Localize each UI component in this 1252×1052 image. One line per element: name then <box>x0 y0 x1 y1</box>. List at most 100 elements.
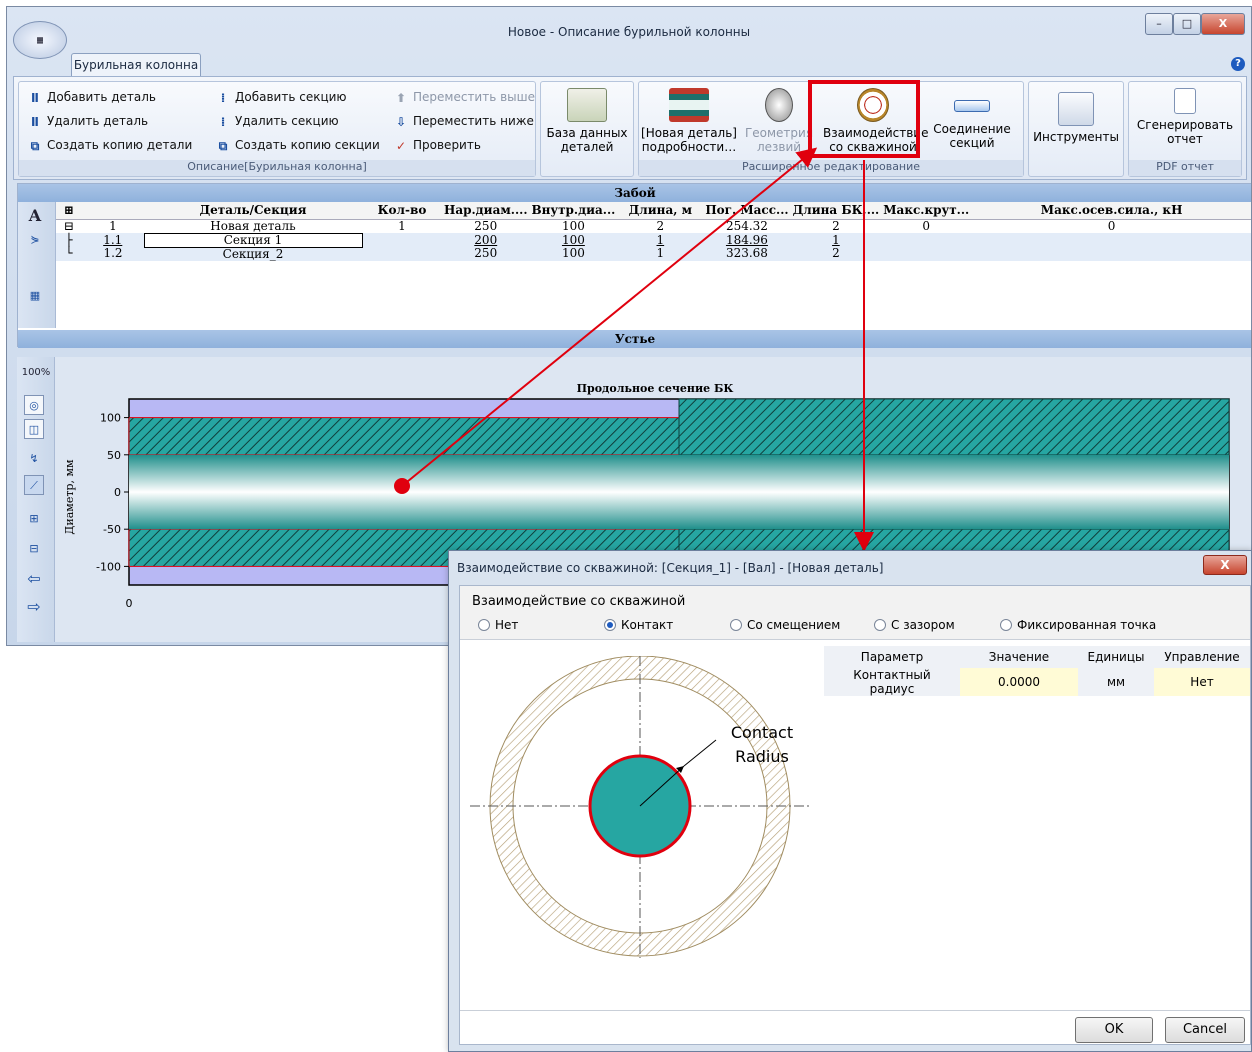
grid-settings-icon[interactable]: ▦ <box>25 286 45 306</box>
tab-drill-string[interactable]: Бурильная колонна <box>71 53 201 77</box>
table-row[interactable]: ⊟ 1 Новая деталь 1 250 100 2 254.32 2 0 … <box>56 218 1251 233</box>
row-axial[interactable] <box>971 247 1251 261</box>
delete-section-button[interactable]: ⁞ Удалить секцию <box>215 114 339 129</box>
ok-button[interactable]: OK <box>1075 1017 1153 1043</box>
col-od[interactable]: Нар.диам.... <box>442 202 530 220</box>
radio-fixed-point[interactable]: Фиксированная точка <box>1000 618 1156 632</box>
col-part[interactable]: Деталь/Секция <box>144 202 362 220</box>
row-id[interactable]: 100 <box>530 219 618 233</box>
delete-part-button[interactable]: Ⅱ Удалить деталь <box>27 114 148 129</box>
param-control-select[interactable]: Нет <box>1154 668 1250 696</box>
cancel-button[interactable]: Cancel <box>1165 1017 1245 1043</box>
copy-part-button[interactable]: ⧉ Создать копию детали <box>27 138 193 153</box>
plot-icon[interactable]: ⟋ <box>24 475 44 495</box>
row-axial[interactable]: 0 <box>971 219 1251 233</box>
table-row[interactable]: └ 1.2 Секция_2 250 100 1 323.68 2 <box>56 247 1251 261</box>
pan-icon[interactable]: ↯ <box>24 449 44 469</box>
row-od[interactable]: 200 <box>442 233 530 247</box>
row-len[interactable]: 1 <box>617 233 704 247</box>
row-od[interactable]: 250 <box>442 247 530 261</box>
add-section-button[interactable]: ⁞ Добавить секцию <box>215 90 347 105</box>
row-qty[interactable] <box>362 247 442 261</box>
help-icon[interactable]: ? <box>1231 57 1245 71</box>
move-up-label: Переместить выше <box>413 90 536 104</box>
row-name[interactable]: Новая деталь <box>144 219 362 233</box>
move-down-button[interactable]: ⇩ Переместить ниже <box>393 114 534 129</box>
dialog-close-button[interactable]: X <box>1203 555 1247 575</box>
row-od[interactable]: 250 <box>442 219 530 233</box>
row-torque[interactable] <box>881 247 972 261</box>
target-icon[interactable]: ◎ <box>24 395 44 415</box>
font-icon[interactable]: A <box>25 206 45 226</box>
table-row[interactable]: ├ 1.1 Секция 1 200 100 1 184.96 1 <box>56 232 1251 248</box>
y-tick-label: 100 <box>100 412 121 425</box>
radio-contact[interactable]: Контакт <box>604 618 673 632</box>
row-qty[interactable] <box>362 233 442 247</box>
parts-db-label-2: деталей <box>560 140 614 154</box>
col-qty[interactable]: Кол-во <box>362 202 442 220</box>
row-id[interactable]: 100 <box>529 233 618 247</box>
new-part-details-button[interactable]: [Новая деталь] подробности… <box>641 86 737 154</box>
radio-offset[interactable]: Со смещением <box>730 618 840 632</box>
row-len[interactable]: 2 <box>617 219 703 233</box>
check-button[interactable]: ✓ Проверить <box>393 138 481 153</box>
group-description: Ⅱ Добавить деталь Ⅱ Удалить деталь ⧉ Создат… <box>18 81 536 177</box>
minimize-button[interactable]: – <box>1145 13 1173 35</box>
row-mass: 323.68 <box>703 247 791 261</box>
row-qty[interactable]: 1 <box>362 219 442 233</box>
radio-none[interactable]: Нет <box>478 618 518 632</box>
maximize-button[interactable]: □ <box>1173 13 1201 35</box>
add-section-label: Добавить секцию <box>235 90 347 104</box>
arrow-left-icon[interactable]: ⇦ <box>24 569 44 589</box>
tools-button[interactable]: Инструменты <box>1033 86 1119 144</box>
zoom-in-icon[interactable]: ⊞ <box>24 509 44 529</box>
add-part-label: Добавить деталь <box>47 90 156 104</box>
row-name[interactable]: Секция_2 <box>144 247 362 261</box>
split-view-icon[interactable]: ◫ <box>24 419 44 439</box>
zoom-out-icon[interactable]: ⊟ <box>24 539 44 559</box>
col-mass[interactable]: Пог. Масс... <box>703 202 791 220</box>
table-row[interactable]: Контактный радиус 0.0000 мм Нет <box>824 668 1250 696</box>
row-mass: 184.96 <box>703 233 791 247</box>
drill-string-grid: Забой A ⋟ ▦ ⊞ Деталь/Секция Кол-во Нар.д… <box>17 183 1251 348</box>
expand-all-icon[interactable]: ⊞ <box>56 202 82 220</box>
col-axial[interactable]: Макс.осев.сила., кН <box>971 202 1251 220</box>
radio-gap[interactable]: С зазором <box>874 618 955 632</box>
row-mass: 254.32 <box>725 218 768 233</box>
tree-line: └ <box>56 247 82 261</box>
radio-gap-label: С зазором <box>891 618 955 632</box>
generate-report-button[interactable]: Сгенерировать отчет <box>1133 86 1237 146</box>
copy-section-button[interactable]: ⧉ Создать копию секции <box>215 138 380 153</box>
section-connection-button[interactable]: Соединение секций <box>927 86 1017 150</box>
col-torque[interactable]: Макс.крут... <box>881 202 972 220</box>
contact-label: Contact <box>731 723 793 742</box>
tree-line: ├ <box>56 233 82 247</box>
collapse-icon[interactable]: ⊟ <box>56 219 82 233</box>
row-bk-len: 1 <box>790 233 882 247</box>
move-up-button[interactable]: ⬆ Переместить выше <box>393 90 535 105</box>
param-unit: мм <box>1078 668 1154 696</box>
row-id[interactable]: 100 <box>529 247 618 261</box>
row-num: 1.1 <box>82 233 144 247</box>
param-value-input[interactable]: 0.0000 <box>960 668 1078 696</box>
row-axial[interactable] <box>971 233 1251 247</box>
col-id[interactable]: Внутр.диа... <box>529 202 618 220</box>
check-icon: ✓ <box>395 138 407 153</box>
radio-dot-selected <box>604 619 616 631</box>
tree-icon[interactable]: ⋟ <box>25 230 45 250</box>
row-name-edit[interactable]: Секция 1 <box>143 232 363 248</box>
row-bk-len: 2 <box>832 218 840 233</box>
col-bk-length[interactable]: Длина БК,... <box>790 202 882 220</box>
close-button[interactable]: X <box>1201 13 1245 35</box>
parts-database-button[interactable]: База данных деталей <box>545 86 629 154</box>
grid-table: ⊞ Деталь/Секция Кол-во Нар.диам.... Внут… <box>56 202 1251 261</box>
row-torque[interactable] <box>881 233 972 247</box>
blade-geometry-button[interactable]: Геометрия лезвий <box>739 86 819 154</box>
bottomhole-band: Забой <box>18 184 1251 202</box>
row-len[interactable]: 1 <box>617 247 704 261</box>
arrow-right-icon[interactable]: ⇨ <box>24 597 44 617</box>
col-length[interactable]: Длина, м <box>617 202 704 220</box>
row-torque[interactable]: 0 <box>881 219 971 233</box>
add-part-button[interactable]: Ⅱ Добавить деталь <box>27 90 156 105</box>
zoom-percent[interactable]: 100% <box>21 363 51 383</box>
